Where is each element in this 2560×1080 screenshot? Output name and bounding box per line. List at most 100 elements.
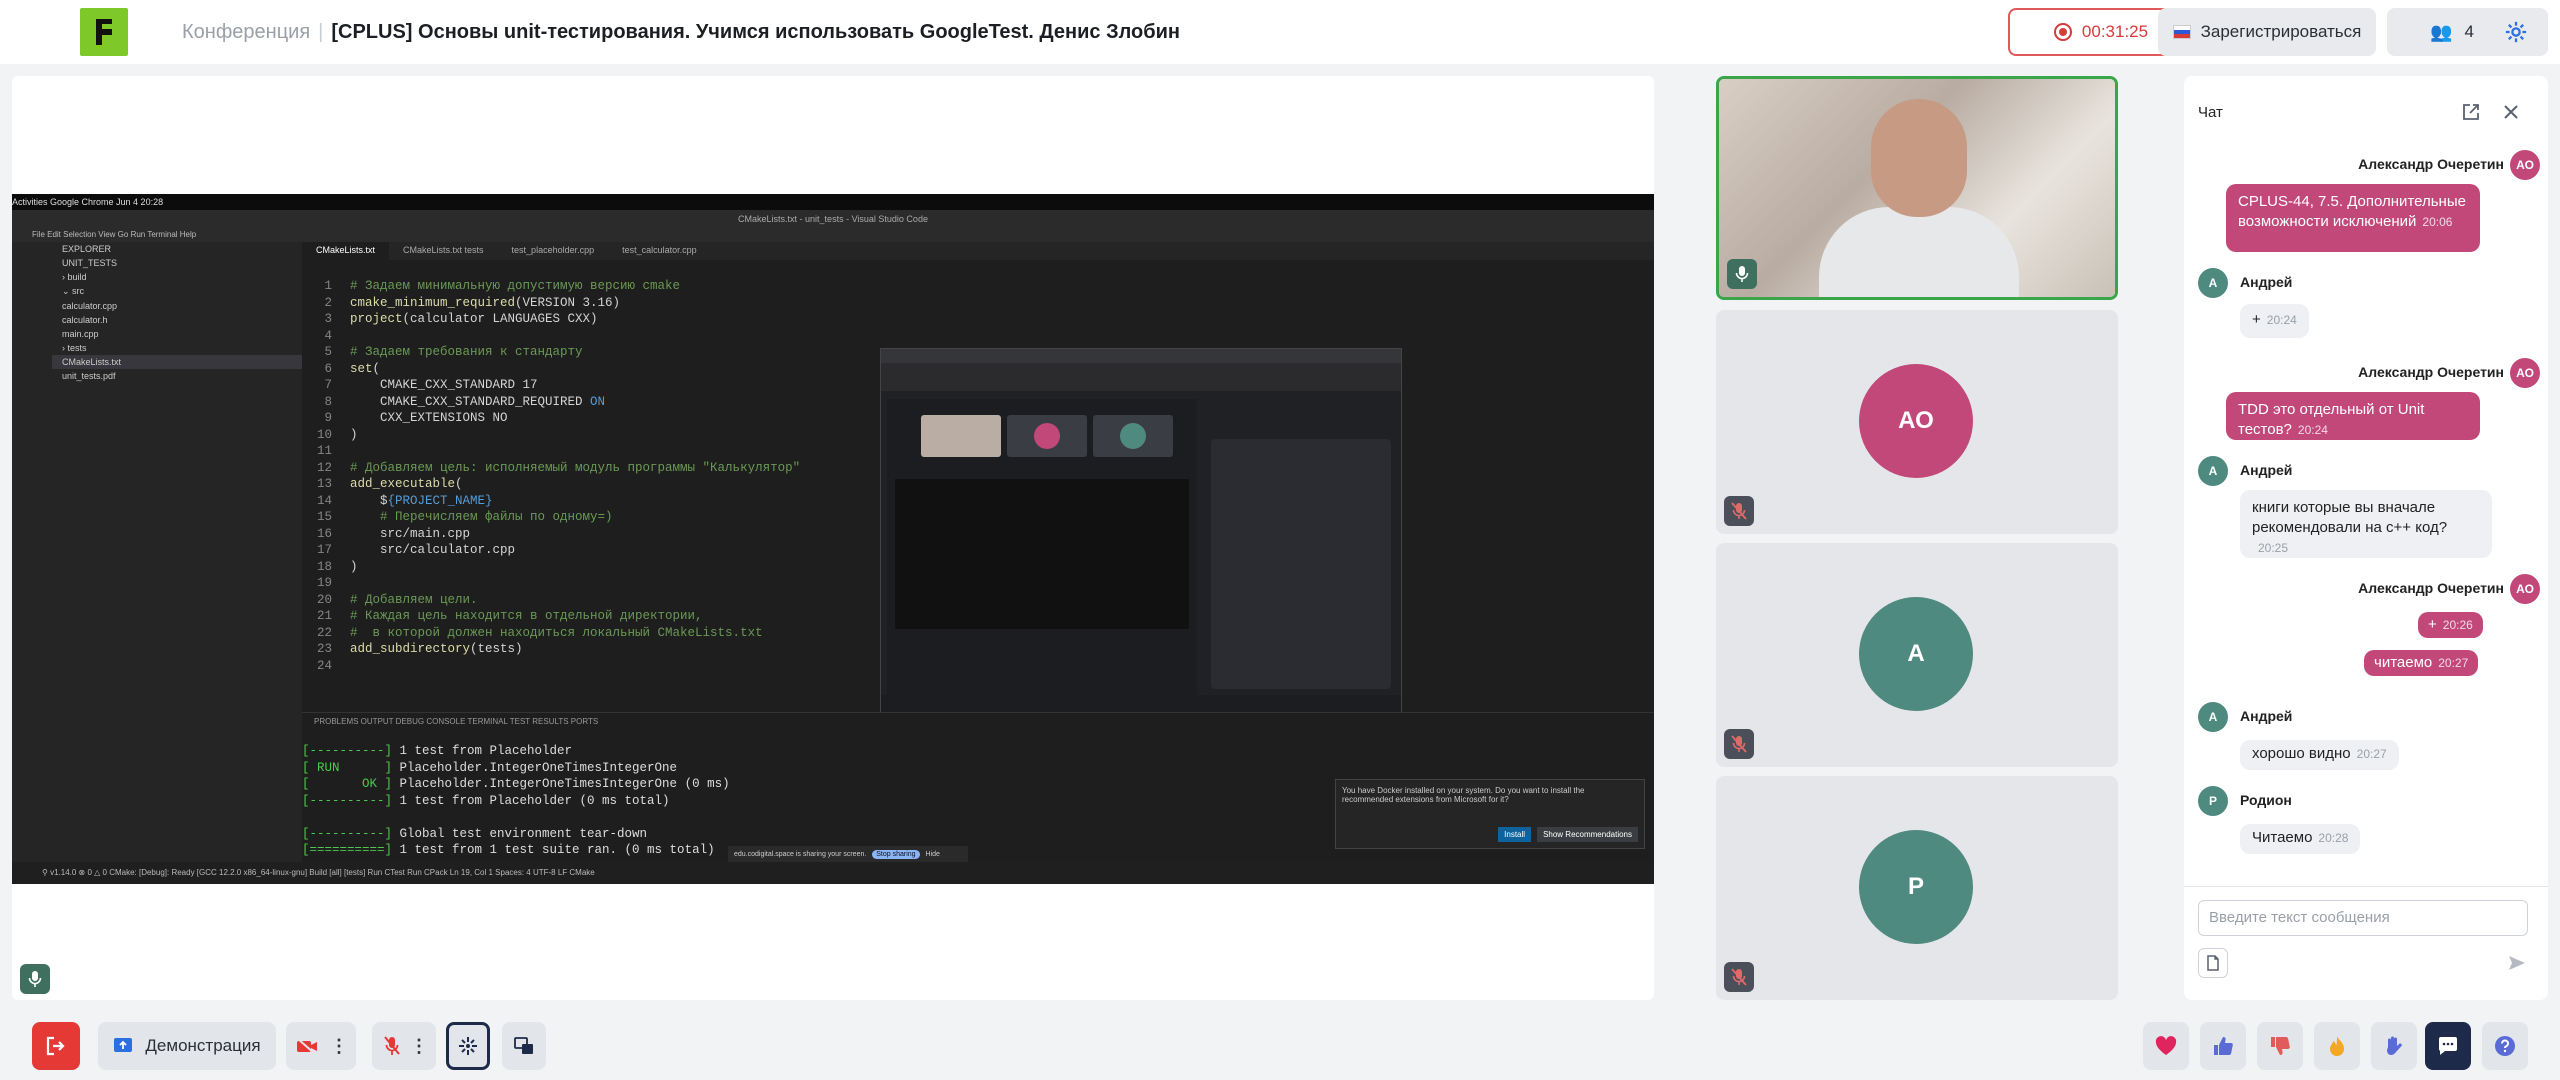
flag-icon	[2172, 25, 2191, 39]
message-bubble: CPLUS-44, 7.5. Дополнительные возможност…	[2226, 184, 2480, 252]
vscode-activity-bar	[12, 242, 52, 862]
tile-mic-indicator	[1727, 259, 1757, 289]
message-avatar: А	[2198, 456, 2228, 486]
chat-messages: Александр Очеретин АО CPLUS-44, 7.5. Доп…	[2184, 150, 2548, 880]
file-icon	[2207, 955, 2219, 971]
panel-tabs: PROBLEMS OUTPUT DEBUG CONSOLE TERMINAL T…	[314, 717, 599, 726]
mic-off-icon	[1731, 735, 1747, 753]
screen-share[interactable]: Activities Google Chrome Jun 4 20:28 CMa…	[12, 194, 1654, 884]
effects-button[interactable]	[446, 1022, 490, 1070]
help-icon	[2495, 1036, 2515, 1056]
mic-toggle-button[interactable]: ⋮	[372, 1022, 436, 1070]
message-bubble: книги которые вы вначале рекомендовали н…	[2240, 490, 2492, 558]
pip-button[interactable]	[502, 1022, 546, 1070]
docker-install-button[interactable]: Install	[1498, 827, 1532, 842]
chat-toggle-button[interactable]	[2425, 1022, 2471, 1070]
popout-button[interactable]	[2460, 101, 2482, 123]
vscode-explorer: EXPLORER UNIT_TESTS › build ⌄ src calcul…	[52, 242, 302, 862]
recording-time: 00:31:25	[2081, 22, 2149, 41]
chat-message-input[interactable]: Введите текст сообщения	[2198, 900, 2528, 936]
vscode-title: CMakeLists.txt - unit_tests - Visual Stu…	[12, 210, 1654, 228]
avatar: АО	[1859, 364, 1973, 478]
mic-off-icon	[384, 1036, 400, 1055]
explorer-item: main.cpp	[62, 329, 99, 339]
mic-off-icon	[1731, 502, 1747, 520]
message-text: книги которые вы вначале рекомендовали н…	[2252, 499, 2448, 536]
nested-screenshot	[880, 348, 1402, 720]
register-button[interactable]: Зарегистрироваться	[2158, 8, 2376, 56]
camera-toggle-button[interactable]: ⋮	[286, 1022, 356, 1070]
camera-options-icon[interactable]: ⋮	[330, 1036, 348, 1057]
docker-show-button[interactable]: Show Recommendations	[1537, 827, 1638, 842]
editor-tabs: CMakeLists.txt CMakeLists.txt tests test…	[302, 242, 1654, 260]
message-bubble: читаемо 20:27	[2364, 650, 2479, 676]
raise-hand-button[interactable]	[2371, 1022, 2417, 1070]
message-avatar: А	[2198, 268, 2228, 298]
editor-tab: test_calculator.cpp	[622, 245, 697, 255]
register-label: Зарегистрироваться	[2200, 22, 2362, 41]
participant-video-tile[interactable]	[1716, 76, 2118, 300]
attach-file-button[interactable]	[2198, 948, 2228, 978]
reaction-heart-button[interactable]	[2143, 1022, 2189, 1070]
thumbs-down-icon	[2271, 1037, 2290, 1055]
title-separator: |	[318, 21, 324, 43]
gnome-top-bar: Activities Google Chrome Jun 4 20:28	[12, 194, 1654, 210]
message-time: 20:25	[2258, 541, 2289, 555]
explorer-item: UNIT_TESTS	[62, 258, 118, 268]
main-stage: Activities Google Chrome Jun 4 20:28 CMa…	[12, 76, 1654, 1000]
participant-tile[interactable]: АО	[1716, 310, 2118, 534]
code-content: 1 # Задаем минимальную допустимую версию …	[316, 279, 801, 673]
page-title: [CPLUS] Основы unit-тестирования. Учимся…	[331, 21, 1180, 43]
chat-panel: Чат Александр Очеретин АО CPLUS-44, 7.5.…	[2184, 76, 2548, 1000]
mic-off-icon	[1731, 968, 1747, 986]
settings-button[interactable]	[2484, 8, 2548, 56]
editor-tab: CMakeLists.txt	[302, 242, 390, 260]
message-bubble: +20:24	[2240, 304, 2309, 338]
explorer-item: CMakeLists.txt	[52, 355, 302, 369]
message-text: Читаемо	[2252, 829, 2313, 846]
stop-sharing-button[interactable]: Stop sharing	[872, 850, 920, 859]
message-avatar: А	[2198, 702, 2228, 732]
editor-tab: test_placeholder.cpp	[511, 245, 595, 255]
message-bubble: TDD это отдельный от Unit тестов? 20:24	[2226, 392, 2480, 440]
reaction-like-button[interactable]	[2200, 1022, 2246, 1070]
participants-count: 4	[2464, 22, 2474, 41]
mic-icon	[28, 971, 42, 987]
message-author: Александр Очеретин	[2358, 580, 2504, 596]
message-avatar: АО	[2510, 150, 2540, 180]
terminal-output: [----------] 1 test from Placeholder [ R…	[302, 744, 730, 857]
conference-title: Конференция | [CPLUS] Основы unit-тестиров…	[182, 18, 1180, 46]
screen-share-button[interactable]: Демонстрация	[98, 1022, 276, 1070]
participant-tile[interactable]: А	[1716, 543, 2118, 767]
avatar: А	[1859, 597, 1973, 711]
record-icon	[2053, 23, 2072, 41]
hand-icon	[2387, 1036, 2402, 1055]
mic-options-icon[interactable]: ⋮	[410, 1036, 428, 1057]
explorer-item: ⌄ src	[62, 286, 85, 296]
explorer-item: EXPLORER	[62, 244, 112, 254]
share-notice-text: edu.codigital.space is sharing your scre…	[734, 851, 867, 858]
video-person-body	[1819, 207, 2019, 297]
leave-button[interactable]	[32, 1022, 80, 1070]
close-chat-button[interactable]	[2500, 101, 2522, 123]
bottom-toolbar: Демонстрация ⋮ ⋮	[0, 1012, 2560, 1080]
send-icon	[2509, 956, 2525, 970]
chat-divider	[2184, 886, 2548, 887]
help-button[interactable]	[2482, 1022, 2528, 1070]
app-logo[interactable]	[80, 8, 128, 56]
participant-tile[interactable]: Р	[1716, 776, 2118, 1000]
people-icon: 👥	[2430, 21, 2453, 42]
editor-tab: CMakeLists.txt tests	[403, 245, 484, 255]
camera-off-icon	[297, 1038, 317, 1054]
message-bubble: Читаемо 20:28	[2240, 824, 2361, 854]
message-author: Андрей	[2240, 274, 2293, 290]
hide-share-button[interactable]: Hide	[926, 851, 940, 858]
reaction-dislike-button[interactable]	[2257, 1022, 2303, 1070]
message-avatar: Р	[2198, 786, 2228, 816]
message-avatar: АО	[2510, 574, 2540, 604]
message-time: 20:27	[2438, 656, 2469, 670]
gear-icon	[2505, 21, 2527, 43]
exit-icon	[46, 1036, 65, 1056]
send-button[interactable]	[2504, 950, 2530, 976]
reaction-fire-button[interactable]	[2314, 1022, 2360, 1070]
